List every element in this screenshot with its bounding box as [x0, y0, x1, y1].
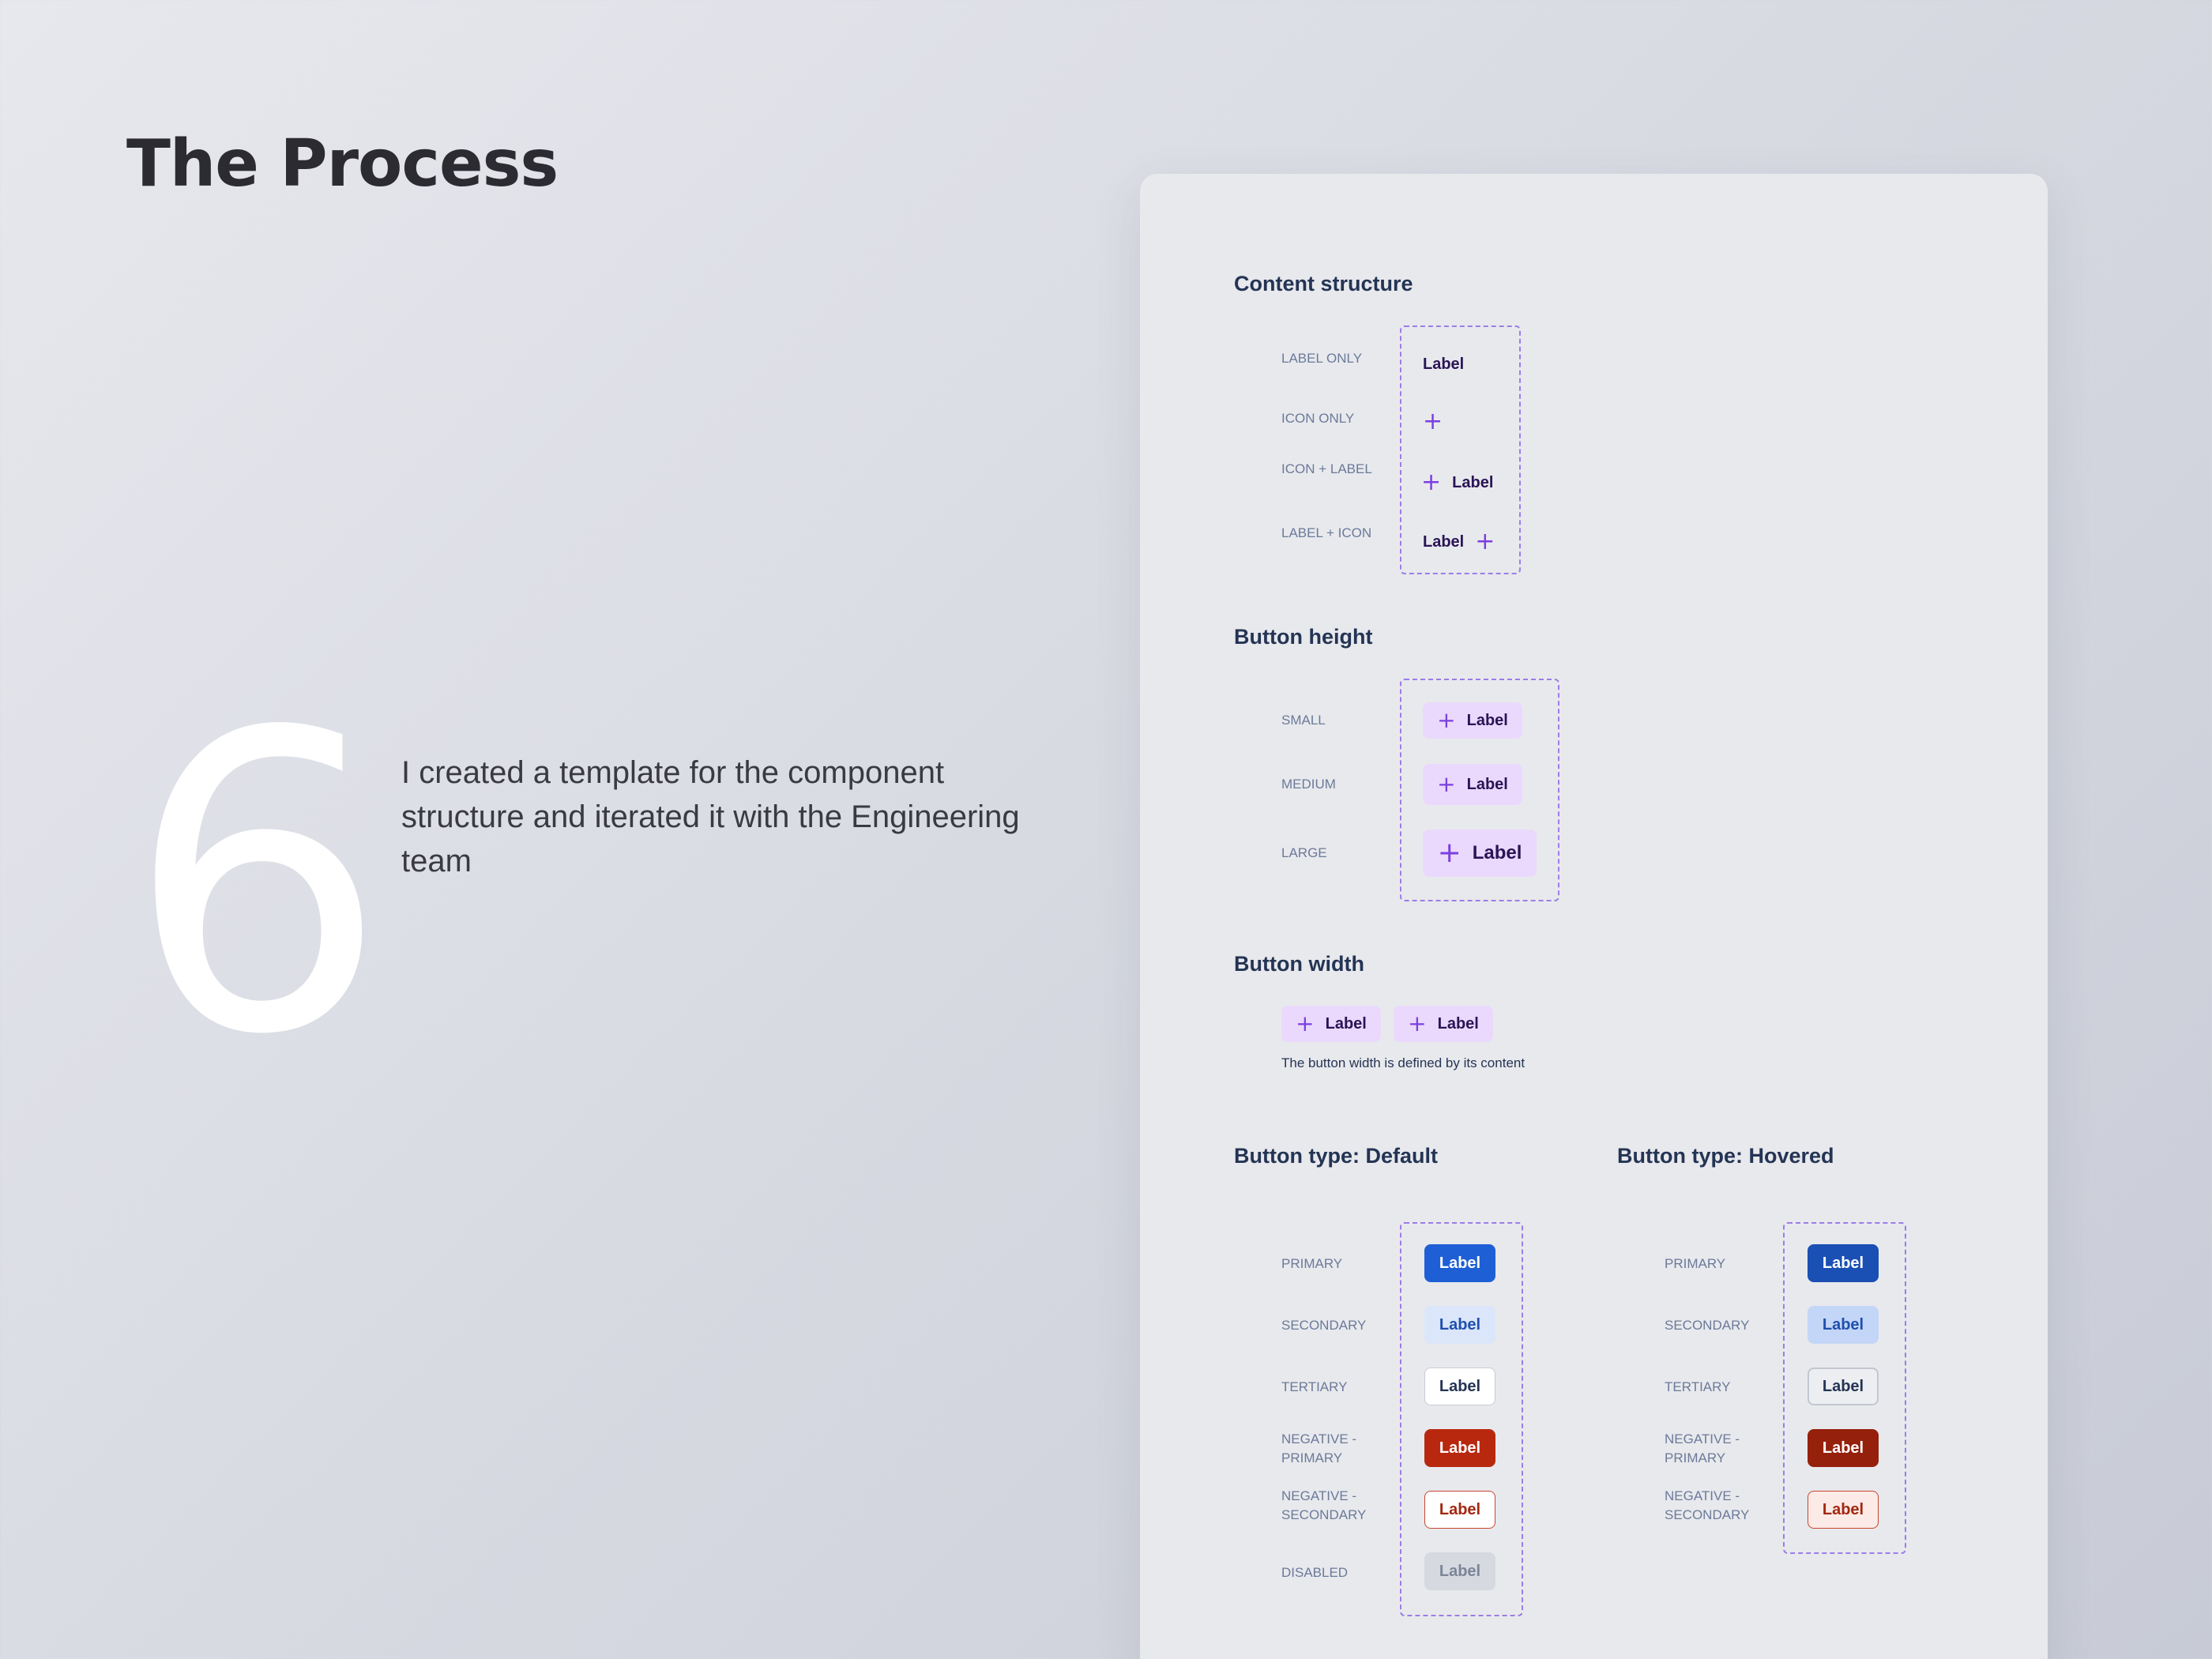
label-only-button[interactable]: Label: [1423, 352, 1464, 376]
row-label-disabled: DISABLED: [1281, 1565, 1349, 1580]
row-label-secondary: SECONDARY: [1665, 1318, 1750, 1333]
row-label-label-only: LABEL ONLY: [1281, 351, 1363, 366]
plus-icon: +: [1437, 707, 1456, 733]
row-label-icon-only: ICON ONLY: [1281, 411, 1355, 426]
large-button[interactable]: + Label: [1423, 830, 1537, 877]
button-width-title: Button width: [1234, 952, 1364, 976]
row-label-large: LARGE: [1281, 845, 1327, 860]
row-label-primary: PRIMARY: [1665, 1256, 1726, 1271]
plus-icon: +: [1437, 837, 1462, 869]
row-label-negative-secondary: NEGATIVE - SECONDARY: [1281, 1487, 1366, 1525]
button-label: Label: [1466, 711, 1508, 729]
icon-label-button[interactable]: + Label: [1421, 471, 1493, 495]
label-line: SECONDARY: [1281, 1507, 1367, 1522]
button-label: Label: [1325, 1014, 1367, 1033]
row-label-label-icon: LABEL + ICON: [1281, 525, 1372, 540]
row-label-negative-secondary: NEGATIVE - SECONDARY: [1665, 1487, 1749, 1525]
button-height-title: Button height: [1234, 625, 1373, 649]
label-line: NEGATIVE -: [1281, 1431, 1357, 1446]
button-label: Label: [1423, 532, 1465, 551]
label-line: SECONDARY: [1665, 1507, 1750, 1522]
negative-primary-button[interactable]: Label: [1424, 1429, 1495, 1467]
label-icon-button[interactable]: Label +: [1423, 530, 1495, 554]
plus-icon: +: [1475, 528, 1495, 555]
secondary-button[interactable]: Label: [1424, 1306, 1495, 1344]
icon-only-button[interactable]: +: [1423, 410, 1443, 434]
row-label-primary: PRIMARY: [1281, 1256, 1343, 1271]
tertiary-button[interactable]: Label: [1424, 1367, 1495, 1405]
row-label-icon-label: ICON + LABEL: [1281, 461, 1372, 476]
row-label-tertiary: TERTIARY: [1665, 1379, 1731, 1394]
button-type-default-title: Button type: Default: [1234, 1144, 1438, 1168]
button-label: Label: [1423, 355, 1465, 373]
content-structure-title: Content structure: [1234, 272, 1413, 295]
button-label: Label: [1452, 473, 1494, 491]
medium-button[interactable]: + Label: [1423, 764, 1522, 805]
step-description: I created a template for the component s…: [401, 755, 1020, 878]
row-label-small: SMALL: [1281, 713, 1326, 728]
negative-secondary-button-hovered[interactable]: Label: [1808, 1491, 1879, 1529]
negative-secondary-button[interactable]: Label: [1424, 1491, 1495, 1529]
page-title: The Process: [126, 126, 559, 201]
row-label-medium: MEDIUM: [1281, 777, 1336, 792]
label-line: NEGATIVE -: [1665, 1431, 1740, 1446]
label-line: NEGATIVE -: [1281, 1488, 1357, 1503]
label-line: PRIMARY: [1281, 1450, 1343, 1465]
button-label: Label: [1472, 842, 1522, 863]
small-button[interactable]: + Label: [1423, 702, 1522, 739]
secondary-button-hovered[interactable]: Label: [1808, 1306, 1879, 1344]
row-label-negative-primary: NEGATIVE - PRIMARY: [1665, 1430, 1740, 1468]
plus-icon: +: [1421, 468, 1442, 496]
disabled-button: Label: [1424, 1552, 1495, 1590]
label-line: NEGATIVE -: [1665, 1488, 1740, 1503]
label-line: PRIMARY: [1665, 1450, 1726, 1465]
plus-icon: +: [1423, 408, 1443, 435]
row-label-tertiary: TERTIARY: [1281, 1379, 1348, 1394]
row-label-negative-primary: NEGATIVE - PRIMARY: [1281, 1430, 1356, 1468]
step-number: 6: [126, 645, 388, 1124]
negative-primary-button-hovered[interactable]: Label: [1808, 1429, 1879, 1467]
primary-button-hovered[interactable]: Label: [1808, 1244, 1879, 1282]
width-button-2[interactable]: + Label: [1394, 1006, 1493, 1042]
primary-button[interactable]: Label: [1424, 1244, 1495, 1282]
plus-icon: +: [1296, 1010, 1315, 1036]
width-button-1[interactable]: + Label: [1281, 1006, 1381, 1042]
button-width-note: The button width is defined by its conte…: [1281, 1055, 1525, 1070]
button-label: Label: [1466, 775, 1508, 793]
button-type-hovered-title: Button type: Hovered: [1617, 1144, 1834, 1168]
plus-icon: +: [1437, 771, 1456, 797]
plus-icon: +: [1408, 1010, 1427, 1036]
row-label-secondary: SECONDARY: [1281, 1318, 1367, 1333]
component-spec-card: Content structure LABEL ONLY ICON ONLY I…: [1140, 174, 2048, 1659]
tertiary-button-hovered[interactable]: Label: [1808, 1367, 1879, 1405]
button-label: Label: [1437, 1014, 1479, 1033]
